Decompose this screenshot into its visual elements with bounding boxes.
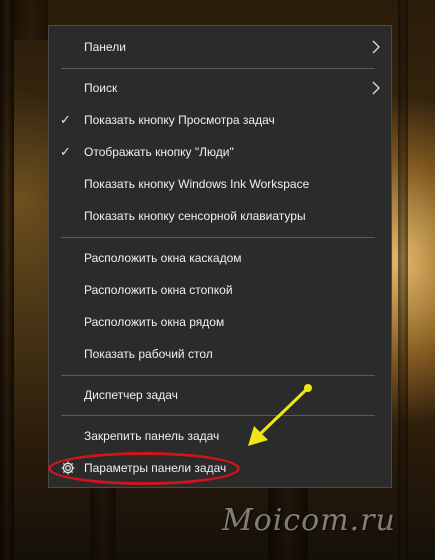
menu-item-show-people-button[interactable]: ✓ Отображать кнопку "Люди" xyxy=(49,138,391,166)
checkmark-icon: ✓ xyxy=(60,144,71,159)
menu-separator xyxy=(61,237,375,238)
menu-item-label: Поиск xyxy=(84,81,118,95)
menu-item-toolbars[interactable]: Панели xyxy=(49,33,391,61)
menu-separator xyxy=(61,375,375,376)
menu-item-label: Показать рабочий стол xyxy=(84,347,213,361)
tree-trunk-decoration xyxy=(0,0,14,560)
site-watermark: Moicom.ru xyxy=(222,503,396,538)
menu-item-label: Расположить окна каскадом xyxy=(84,251,242,265)
yellow-pointer-arrow xyxy=(248,384,312,446)
chevron-right-icon xyxy=(372,40,380,54)
menu-item-show-task-view-button[interactable]: ✓ Показать кнопку Просмотра задач xyxy=(49,106,391,134)
menu-item-task-manager[interactable]: Диспетчер задач xyxy=(49,381,391,409)
tree-trunk-decoration xyxy=(14,0,48,40)
menu-item-lock-taskbar[interactable]: Закрепить панель задач xyxy=(49,422,391,450)
menu-item-show-desktop[interactable]: Показать рабочий стол xyxy=(49,340,391,368)
menu-item-label: Показать кнопку сенсорной клавиатуры xyxy=(84,209,306,223)
tree-trunk-decoration xyxy=(90,488,116,560)
checkmark-icon: ✓ xyxy=(60,112,71,127)
menu-item-label: Отображать кнопку "Люди" xyxy=(84,145,234,159)
menu-item-label: Расположить окна рядом xyxy=(84,315,225,329)
tree-trunk-decoration xyxy=(398,0,408,560)
menu-separator xyxy=(61,68,375,69)
menu-item-cascade-windows[interactable]: Расположить окна каскадом xyxy=(49,244,391,272)
red-highlight-ellipse xyxy=(48,452,240,485)
menu-item-show-touch-keyboard-button[interactable]: Показать кнопку сенсорной клавиатуры xyxy=(49,202,391,230)
menu-item-side-by-side-windows[interactable]: Расположить окна рядом xyxy=(49,308,391,336)
menu-item-search[interactable]: Поиск xyxy=(49,74,391,102)
menu-separator xyxy=(61,415,375,416)
taskbar-context-menu: Панели Поиск ✓ Показать кнопку Просмотра… xyxy=(48,25,392,488)
menu-item-stack-windows[interactable]: Расположить окна стопкой xyxy=(49,276,391,304)
menu-item-label: Расположить окна стопкой xyxy=(84,283,233,297)
menu-item-label: Показать кнопку Windows Ink Workspace xyxy=(84,177,310,191)
menu-item-label: Показать кнопку Просмотра задач xyxy=(84,113,275,127)
menu-item-label: Панели xyxy=(84,40,126,54)
chevron-right-icon xyxy=(372,81,380,95)
menu-item-label: Закрепить панель задач xyxy=(84,429,220,443)
menu-item-show-ink-workspace-button[interactable]: Показать кнопку Windows Ink Workspace xyxy=(49,170,391,198)
menu-item-label: Диспетчер задач xyxy=(84,388,178,402)
